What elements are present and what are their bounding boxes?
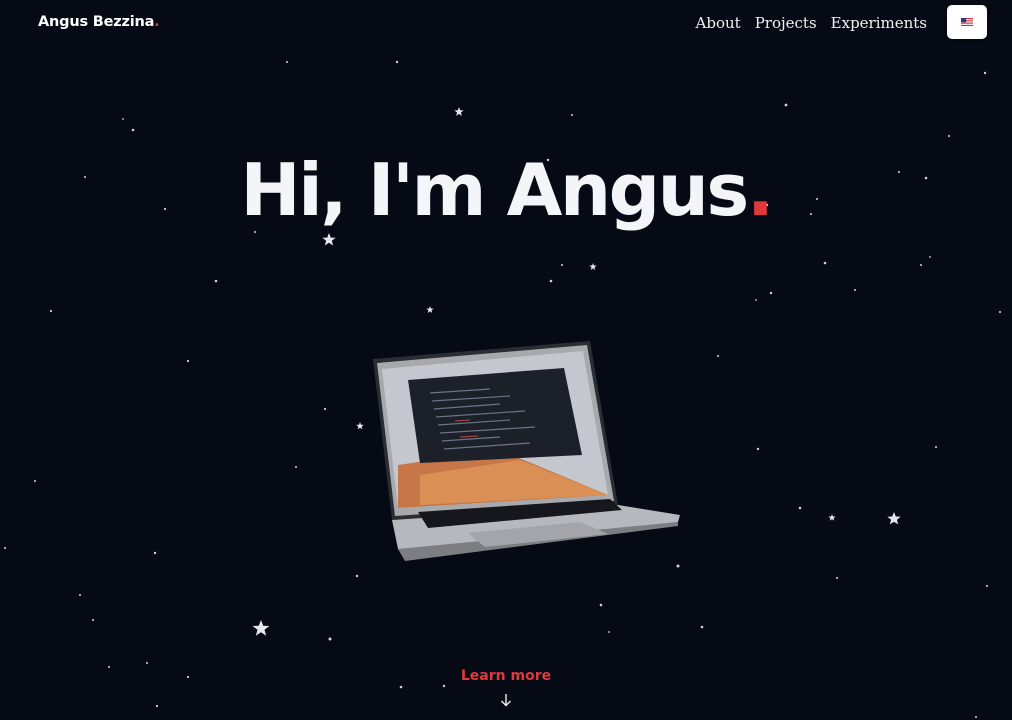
hero-title: Hi, I'm Angus. bbox=[0, 148, 1012, 232]
learn-more-button[interactable]: Learn more bbox=[0, 668, 1012, 684]
laptop-icon bbox=[373, 341, 680, 561]
arrow-down-icon[interactable] bbox=[498, 692, 514, 708]
hero-title-dot: . bbox=[746, 148, 774, 232]
site-brand-logo[interactable]: Angus Bezzina. bbox=[38, 14, 160, 30]
hero-title-text: Hi, I'm Angus bbox=[240, 148, 749, 232]
brand-dot: . bbox=[154, 14, 160, 30]
us-flag-icon bbox=[961, 18, 973, 26]
language-switch-button[interactable] bbox=[947, 5, 987, 39]
brand-name: Angus Bezzina bbox=[38, 14, 155, 30]
nav-experiments-link[interactable]: Experiments bbox=[831, 12, 927, 34]
nav-projects-link[interactable]: Projects bbox=[755, 12, 817, 34]
nav-about-link[interactable]: About bbox=[696, 12, 741, 34]
main-nav: About Projects Experiments bbox=[696, 12, 927, 34]
